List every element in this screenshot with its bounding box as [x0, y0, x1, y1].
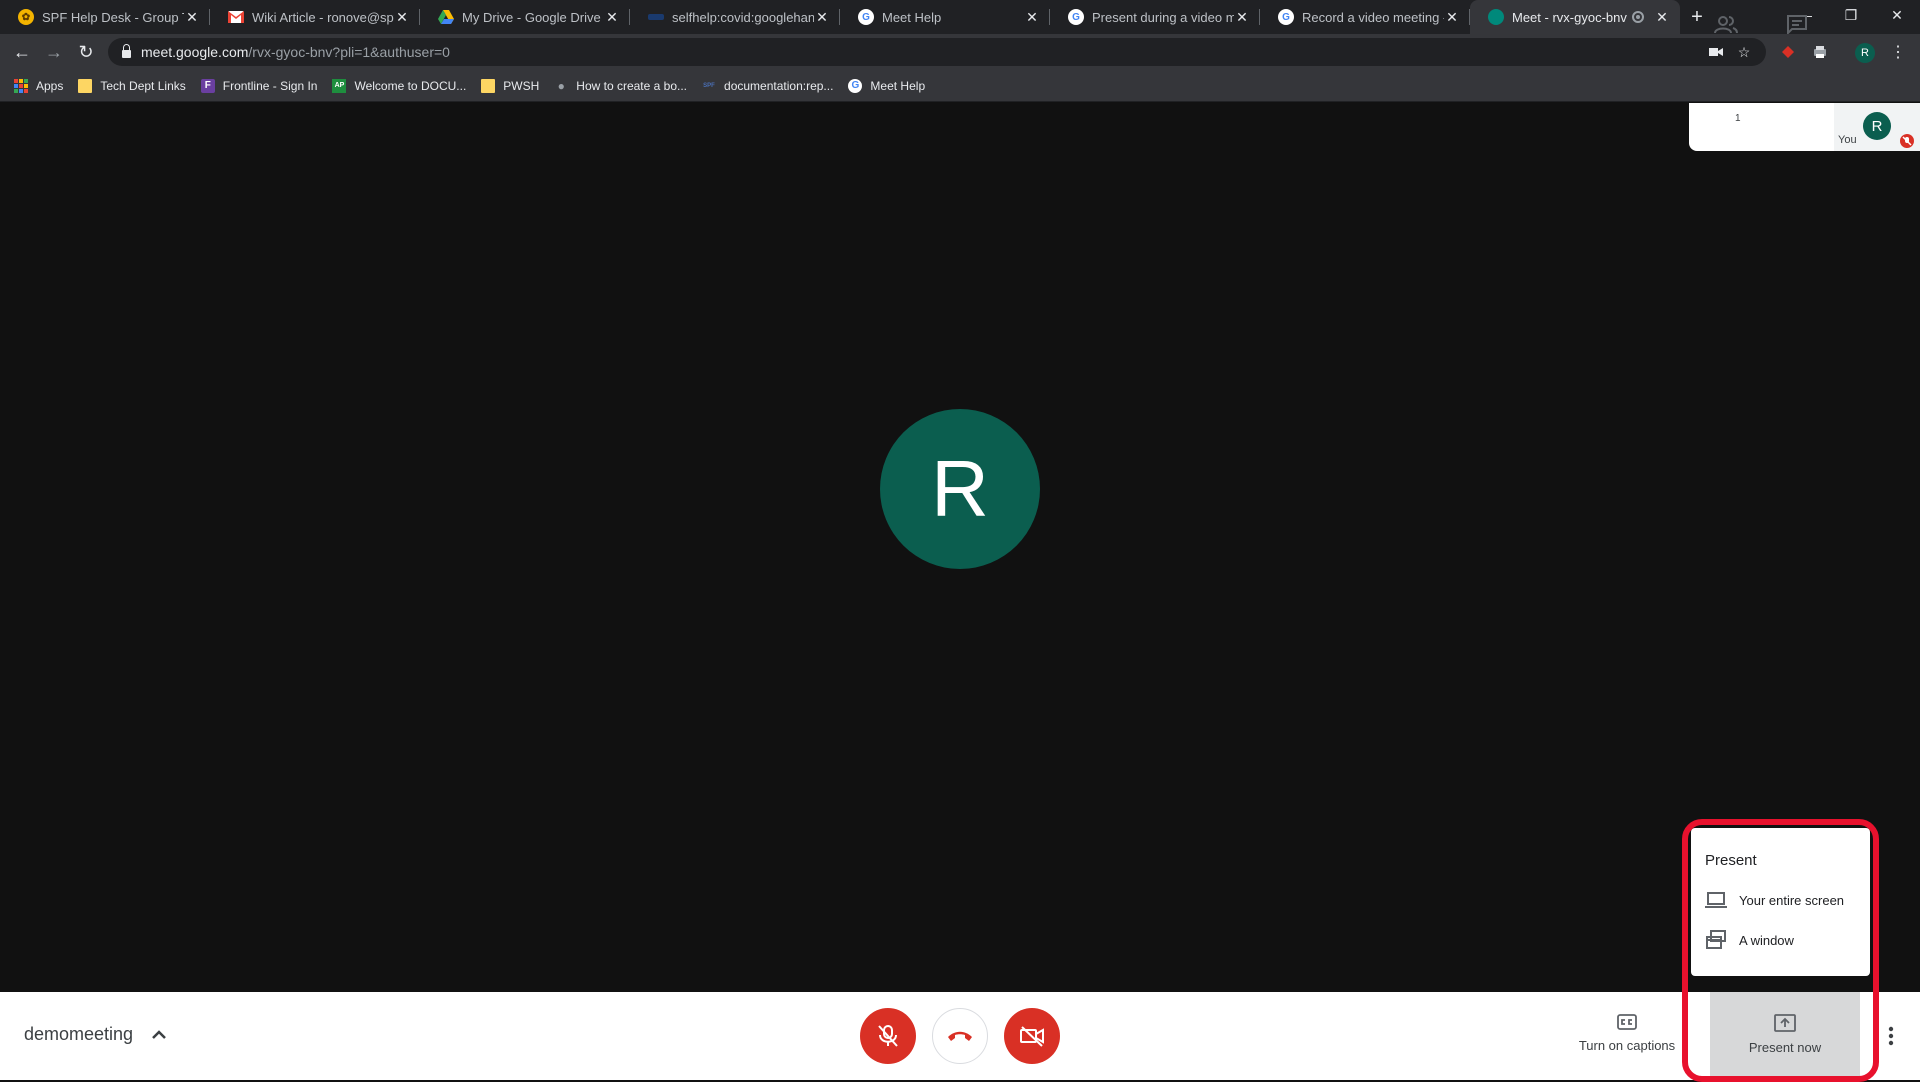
browser-menu-icon[interactable]: ⋮	[1884, 38, 1912, 66]
chat-icon[interactable]	[1786, 14, 1814, 36]
bookmark-label: documentation:rep...	[724, 78, 834, 93]
bookmark-tech-dept-links[interactable]: Tech Dept Links	[78, 78, 186, 93]
bookmark-documentation[interactable]: SPF documentation:rep...	[702, 79, 833, 93]
camera-toggle-button[interactable]	[1004, 1008, 1060, 1064]
bookmark-label: Welcome to DOCU...	[354, 78, 467, 93]
meeting-details-button[interactable]: demomeeting	[24, 1024, 133, 1045]
tab-title: Record a video meeting - M	[1302, 9, 1444, 25]
bookmarks-bar: Apps Tech Dept Links F Frontline - Sign …	[0, 70, 1920, 102]
close-window-button[interactable]: ✕	[1874, 0, 1920, 30]
new-tab-button[interactable]: +	[1680, 0, 1714, 34]
tab-title: My Drive - Google Drive	[462, 9, 601, 25]
reload-button[interactable]: ↻	[72, 38, 100, 66]
browser-tab[interactable]: selfhelp:covid:googlehango ✕	[630, 0, 840, 34]
leave-call-button[interactable]	[932, 1008, 988, 1064]
browser-tab[interactable]: G Record a video meeting - M ✕	[1260, 0, 1470, 34]
camera-in-use-icon[interactable]	[1708, 44, 1724, 60]
apple-icon: ●	[557, 78, 565, 93]
restore-window-button[interactable]: ❐	[1828, 0, 1874, 30]
hang-up-icon	[948, 1031, 972, 1041]
folder-icon	[78, 78, 93, 93]
spf-icon: SPF	[703, 82, 715, 89]
bookmark-pwsh[interactable]: PWSH	[481, 78, 540, 93]
close-tab-icon[interactable]: ✕	[1654, 9, 1670, 26]
bookmark-label: Meet Help	[870, 78, 926, 93]
folder-icon	[481, 78, 496, 93]
url-host: meet.google.com	[141, 44, 249, 60]
tab-title: Wiki Article - ronove@spfk	[252, 9, 394, 25]
google-favicon-icon: G	[1278, 9, 1294, 25]
browser-tab[interactable]: ✿ SPF Help Desk - Group Tick ✕	[0, 0, 210, 34]
drive-favicon-icon	[438, 9, 454, 25]
close-tab-icon[interactable]: ✕	[1234, 9, 1250, 26]
tab-title: Meet - rvx-gyoc-bnv	[1512, 9, 1627, 25]
close-tab-icon[interactable]: ✕	[1024, 9, 1040, 26]
chevron-up-icon[interactable]	[150, 1026, 168, 1044]
microphone-toggle-button[interactable]	[860, 1008, 916, 1064]
bookmark-docu[interactable]: AP Welcome to DOCU...	[332, 78, 467, 93]
google-favicon-icon: G	[1068, 9, 1084, 25]
apps-grid-icon	[14, 78, 28, 93]
gmail-favicon-icon	[228, 11, 244, 23]
browser-tab-active[interactable]: Meet - rvx-gyoc-bnv ✕	[1470, 0, 1680, 34]
tab-title: SPF Help Desk - Group Tick	[42, 9, 184, 25]
browser-tab[interactable]: My Drive - Google Drive ✕	[420, 0, 630, 34]
tab-title: selfhelp:covid:googlehango	[672, 9, 814, 25]
bookmark-label: Tech Dept Links	[100, 78, 186, 93]
profile-avatar[interactable]: R	[1855, 43, 1875, 63]
tab-title: Present during a video mee	[1092, 9, 1234, 25]
bookmark-meet-help[interactable]: G Meet Help	[848, 78, 926, 93]
close-tab-icon[interactable]: ✕	[604, 9, 620, 26]
highlight-annotation	[1682, 819, 1879, 1082]
self-label: You	[1838, 134, 1857, 146]
bookmark-apps[interactable]: Apps	[14, 78, 64, 93]
camera-off-icon	[1020, 1026, 1044, 1047]
frontline-icon: F	[200, 78, 215, 93]
recording-indicator-icon	[1632, 11, 1644, 23]
close-tab-icon[interactable]: ✕	[184, 9, 200, 26]
participant-avatar: R	[880, 409, 1040, 569]
bookmark-frontline[interactable]: F Frontline - Sign In	[200, 78, 318, 93]
bookmark-label: PWSH	[503, 78, 540, 93]
close-tab-icon[interactable]: ✕	[814, 9, 830, 26]
url-path: /rvx-gyoc-bnv?pli=1&authuser=0	[248, 44, 450, 60]
bookmark-how-to-create[interactable]: ● How to create a bo...	[554, 79, 687, 93]
people-icon[interactable]	[1713, 14, 1741, 36]
browser-tab[interactable]: G Meet Help ✕	[840, 0, 1050, 34]
muted-mic-icon	[1900, 134, 1914, 148]
helpdesk-favicon-icon: ✿	[18, 9, 34, 25]
captions-label: Turn on captions	[1578, 1038, 1676, 1053]
mic-off-icon	[878, 1025, 898, 1047]
google-favicon-icon: G	[858, 9, 874, 25]
bookmark-label: How to create a bo...	[576, 78, 688, 93]
participant-count: 1	[1735, 113, 1741, 124]
bookmark-star-icon[interactable]: ☆	[1736, 44, 1752, 60]
bookmark-label: Frontline - Sign In	[222, 78, 318, 93]
bookmark-label: Apps	[36, 78, 64, 93]
close-tab-icon[interactable]: ✕	[394, 9, 410, 26]
tab-title: Meet Help	[882, 9, 942, 25]
turn-on-captions-button[interactable]: Turn on captions	[1572, 1014, 1682, 1070]
captions-icon	[1617, 1014, 1637, 1030]
back-button[interactable]: ←	[8, 38, 36, 66]
lock-icon	[122, 44, 131, 58]
docu-icon: AP	[332, 78, 347, 93]
browser-tab-strip: ✿ SPF Help Desk - Group Tick ✕ Wiki Arti…	[0, 0, 1920, 34]
extension-red-icon[interactable]	[1780, 44, 1796, 60]
address-bar[interactable]: meet.google.com/rvx-gyoc-bnv?pli=1&authu…	[108, 38, 1766, 66]
forward-button[interactable]: →	[40, 38, 68, 66]
browser-tab[interactable]: Wiki Article - ronove@spfk ✕	[210, 0, 420, 34]
browser-tab[interactable]: G Present during a video mee ✕	[1050, 0, 1260, 34]
more-options-icon[interactable]	[1887, 1026, 1895, 1046]
self-avatar: R	[1863, 112, 1891, 140]
meet-favicon-icon	[1488, 9, 1504, 25]
spf-favicon-icon	[648, 14, 664, 20]
extension-print-icon[interactable]	[1812, 44, 1828, 60]
close-tab-icon[interactable]: ✕	[1444, 9, 1460, 26]
google-icon: G	[848, 78, 863, 93]
browser-toolbar: ← → ↻ meet.google.com/rvx-gyoc-bnv?pli=1…	[0, 34, 1920, 70]
